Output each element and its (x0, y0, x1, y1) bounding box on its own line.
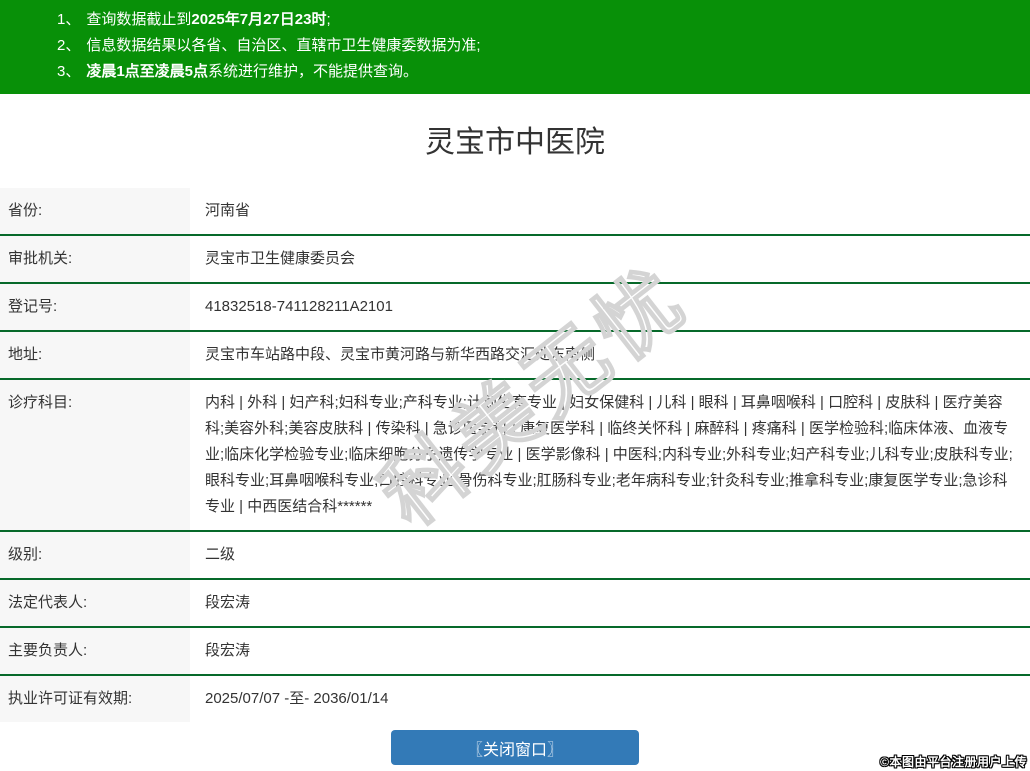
photo-credit-watermark: ©本图由平台注册用户上传 (880, 755, 1027, 769)
button-row: 〖关闭窗口〗 (0, 722, 1030, 765)
field-label: 审批机关: (0, 236, 190, 282)
notice-text-bold: 凌晨1点至凌晨5点 (86, 63, 209, 80)
table-row: 级别: 二级 (0, 530, 1030, 578)
field-label: 诊疗科目: (0, 380, 190, 530)
notice-text: 系统进行维护，不能提供查询。 (208, 63, 419, 80)
notice-item: 3、 凌晨1点至凌晨5点系统进行维护，不能提供查询。 (57, 59, 1020, 85)
field-label: 主要负责人: (0, 628, 190, 674)
notice-text: 信息数据结果以各省、自治区、直辖市卫生健康委数据为准; (86, 37, 481, 54)
hospital-info-table: 省份: 河南省 审批机关: 灵宝市卫生健康委员会 登记号: 41832518-7… (0, 188, 1030, 722)
field-value: 二级 (205, 546, 236, 563)
field-label: 省份: (0, 188, 190, 234)
field-value: 河南省 (205, 202, 251, 219)
notice-number: 1、 (57, 11, 81, 28)
table-row: 诊疗科目: 内科 | 外科 | 妇产科;妇科专业;产科专业;计划生育专业 | 妇… (0, 378, 1030, 530)
notice-number: 3、 (57, 63, 81, 80)
field-label: 法定代表人: (0, 580, 190, 626)
field-label: 执业许可证有效期: (0, 676, 190, 722)
notice-item: 1、 查询数据截止到2025年7月27日23时; (57, 7, 1020, 33)
field-value: 2025/07/07 -至- 2036/01/14 (205, 690, 389, 707)
table-row: 登记号: 41832518-741128211A2101 (0, 282, 1030, 330)
notice-number: 2、 (57, 37, 81, 54)
close-window-button[interactable]: 〖关闭窗口〗 (391, 730, 639, 765)
field-value: 灵宝市卫生健康委员会 (205, 250, 356, 267)
field-value: 灵宝市车站路中段、灵宝市黄河路与新华西路交汇处东南侧 (205, 346, 596, 363)
field-label: 登记号: (0, 284, 190, 330)
notice-item: 2、 信息数据结果以各省、自治区、直辖市卫生健康委数据为准; (57, 33, 1020, 59)
table-row: 法定代表人: 段宏涛 (0, 578, 1030, 626)
field-value: 段宏涛 (205, 642, 251, 659)
page-title: 灵宝市中医院 (425, 126, 605, 159)
notice-bar: 1、 查询数据截止到2025年7月27日23时; 2、 信息数据结果以各省、自治区、… (0, 0, 1030, 94)
field-value: 内科 | 外科 | 妇产科;妇科专业;产科专业;计划生育专业 | 妇女保健科 |… (205, 394, 1013, 515)
field-value: 段宏涛 (205, 594, 251, 611)
notice-text: 查询数据截止到 (86, 11, 192, 28)
notice-text-bold: 2025年7月27日23时 (191, 11, 327, 28)
table-row: 审批机关: 灵宝市卫生健康委员会 (0, 234, 1030, 282)
field-label: 地址: (0, 332, 190, 378)
notice-text: ; (326, 11, 331, 28)
field-value: 41832518-741128211A2101 (205, 298, 393, 315)
table-row: 省份: 河南省 (0, 188, 1030, 234)
table-row: 执业许可证有效期: 2025/07/07 -至- 2036/01/14 (0, 674, 1030, 722)
table-row: 主要负责人: 段宏涛 (0, 626, 1030, 674)
table-row: 地址: 灵宝市车站路中段、灵宝市黄河路与新华西路交汇处东南侧 (0, 330, 1030, 378)
field-label: 级别: (0, 532, 190, 578)
